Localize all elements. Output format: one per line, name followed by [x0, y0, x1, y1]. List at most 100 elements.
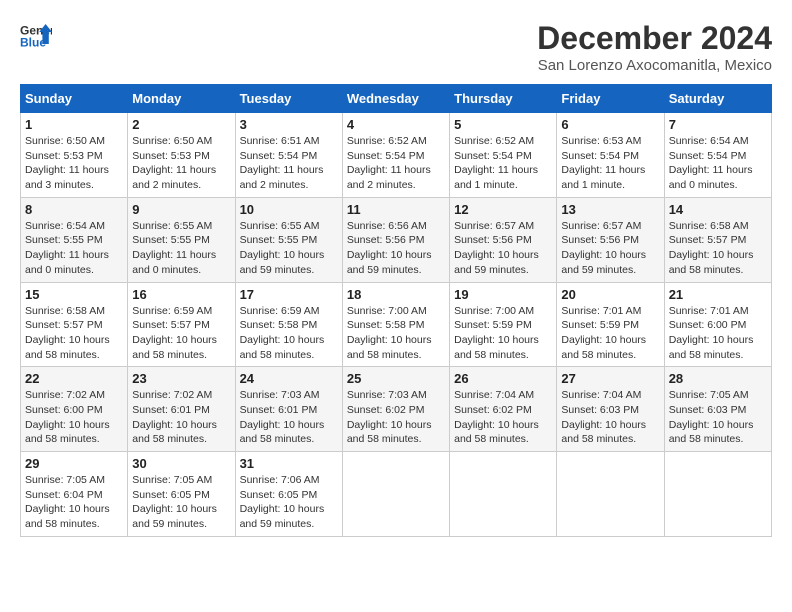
day-info: Sunrise: 6:55 AMSunset: 5:55 PMDaylight:… — [132, 219, 230, 278]
day-info: Sunrise: 6:50 AMSunset: 5:53 PMDaylight:… — [132, 134, 230, 193]
calendar-header-monday: Monday — [128, 85, 235, 113]
day-info: Sunrise: 7:03 AMSunset: 6:01 PMDaylight:… — [240, 388, 338, 447]
day-number: 26 — [454, 371, 552, 386]
day-number: 9 — [132, 202, 230, 217]
day-number: 21 — [669, 287, 767, 302]
day-info: Sunrise: 6:59 AMSunset: 5:57 PMDaylight:… — [132, 304, 230, 363]
day-info: Sunrise: 7:00 AMSunset: 5:58 PMDaylight:… — [347, 304, 445, 363]
day-info: Sunrise: 7:00 AMSunset: 5:59 PMDaylight:… — [454, 304, 552, 363]
day-number: 6 — [561, 117, 659, 132]
calendar-cell: 25 Sunrise: 7:03 AMSunset: 6:02 PMDayligh… — [342, 367, 449, 452]
calendar-cell — [664, 452, 771, 537]
day-info: Sunrise: 7:04 AMSunset: 6:02 PMDaylight:… — [454, 388, 552, 447]
calendar-week-row: 22 Sunrise: 7:02 AMSunset: 6:00 PMDayligh… — [21, 367, 772, 452]
calendar-cell: 19 Sunrise: 7:00 AMSunset: 5:59 PMDayligh… — [450, 282, 557, 367]
calendar-cell: 29 Sunrise: 7:05 AMSunset: 6:04 PMDayligh… — [21, 452, 128, 537]
day-number: 24 — [240, 371, 338, 386]
calendar-cell: 5 Sunrise: 6:52 AMSunset: 5:54 PMDaylight… — [450, 113, 557, 198]
subtitle: San Lorenzo Axocomanitla, Mexico — [537, 57, 772, 74]
calendar-cell: 21 Sunrise: 7:01 AMSunset: 6:00 PMDayligh… — [664, 282, 771, 367]
day-info: Sunrise: 7:01 AMSunset: 6:00 PMDaylight:… — [669, 304, 767, 363]
day-number: 14 — [669, 202, 767, 217]
day-info: Sunrise: 6:57 AMSunset: 5:56 PMDaylight:… — [454, 219, 552, 278]
calendar-cell: 3Sunrise: 6:51 AMSunset: 5:54 PMDaylight… — [235, 113, 342, 198]
day-info: Sunrise: 7:06 AMSunset: 6:05 PMDaylight:… — [240, 473, 338, 532]
day-info: Sunrise: 6:57 AMSunset: 5:56 PMDaylight:… — [561, 219, 659, 278]
day-info: Sunrise: 7:04 AMSunset: 6:03 PMDaylight:… — [561, 388, 659, 447]
day-number: 11 — [347, 202, 445, 217]
calendar-header-friday: Friday — [557, 85, 664, 113]
day-number: 25 — [347, 371, 445, 386]
page-header: General Blue December 2024 San Lorenzo A… — [20, 20, 772, 74]
day-number: 18 — [347, 287, 445, 302]
day-info: Sunrise: 7:02 AMSunset: 6:01 PMDaylight:… — [132, 388, 230, 447]
day-number: 5 — [454, 117, 552, 132]
calendar-cell: 30 Sunrise: 7:05 AMSunset: 6:05 PMDayligh… — [128, 452, 235, 537]
calendar-cell: 18 Sunrise: 7:00 AMSunset: 5:58 PMDayligh… — [342, 282, 449, 367]
day-number: 12 — [454, 202, 552, 217]
day-number: 17 — [240, 287, 338, 302]
calendar-cell: 9 Sunrise: 6:55 AMSunset: 5:55 PMDaylight… — [128, 197, 235, 282]
calendar-cell: 16Sunrise: 6:59 AMSunset: 5:57 PMDayligh… — [128, 282, 235, 367]
day-info: Sunrise: 6:52 AMSunset: 5:54 PMDaylight:… — [347, 134, 445, 193]
day-number: 7 — [669, 117, 767, 132]
day-info: Sunrise: 6:53 AMSunset: 5:54 PMDaylight:… — [561, 134, 659, 193]
day-info: Sunrise: 6:52 AMSunset: 5:54 PMDaylight:… — [454, 134, 552, 193]
calendar-cell: 7 Sunrise: 6:54 AMSunset: 5:54 PMDaylight… — [664, 113, 771, 198]
calendar-cell: 24 Sunrise: 7:03 AMSunset: 6:01 PMDayligh… — [235, 367, 342, 452]
calendar-cell: 10 Sunrise: 6:55 AMSunset: 5:55 PMDayligh… — [235, 197, 342, 282]
day-info: Sunrise: 6:54 AMSunset: 5:54 PMDaylight:… — [669, 134, 767, 193]
calendar-cell: 31 Sunrise: 7:06 AMSunset: 6:05 PMDayligh… — [235, 452, 342, 537]
calendar-week-row: 1 Sunrise: 6:50 AMSunset: 5:53 PMDaylight… — [21, 113, 772, 198]
calendar-cell: 8Sunrise: 6:54 AMSunset: 5:55 PMDaylight… — [21, 197, 128, 282]
day-info: Sunrise: 6:54 AMSunset: 5:55 PMDaylight:… — [25, 219, 123, 278]
day-number: 15 — [25, 287, 123, 302]
calendar-cell: 13 Sunrise: 6:57 AMSunset: 5:56 PMDayligh… — [557, 197, 664, 282]
calendar-header-sunday: Sunday — [21, 85, 128, 113]
calendar-cell: 11 Sunrise: 6:56 AMSunset: 5:56 PMDayligh… — [342, 197, 449, 282]
day-info: Sunrise: 6:56 AMSunset: 5:56 PMDaylight:… — [347, 219, 445, 278]
day-number: 27 — [561, 371, 659, 386]
calendar-cell: 20 Sunrise: 7:01 AMSunset: 5:59 PMDayligh… — [557, 282, 664, 367]
day-info: Sunrise: 7:01 AMSunset: 5:59 PMDaylight:… — [561, 304, 659, 363]
calendar-cell: 23Sunrise: 7:02 AMSunset: 6:01 PMDayligh… — [128, 367, 235, 452]
calendar-cell: 26 Sunrise: 7:04 AMSunset: 6:02 PMDayligh… — [450, 367, 557, 452]
day-number: 31 — [240, 456, 338, 471]
calendar-cell: 2Sunrise: 6:50 AMSunset: 5:53 PMDaylight… — [128, 113, 235, 198]
calendar-week-row: 29 Sunrise: 7:05 AMSunset: 6:04 PMDayligh… — [21, 452, 772, 537]
day-info: Sunrise: 6:55 AMSunset: 5:55 PMDaylight:… — [240, 219, 338, 278]
day-number: 1 — [25, 117, 123, 132]
calendar-cell — [450, 452, 557, 537]
calendar-header-tuesday: Tuesday — [235, 85, 342, 113]
day-number: 20 — [561, 287, 659, 302]
svg-text:Blue: Blue — [20, 35, 46, 49]
main-title: December 2024 — [537, 20, 772, 57]
calendar-header-thursday: Thursday — [450, 85, 557, 113]
day-number: 10 — [240, 202, 338, 217]
calendar-cell: 15Sunrise: 6:58 AMSunset: 5:57 PMDayligh… — [21, 282, 128, 367]
day-number: 13 — [561, 202, 659, 217]
day-info: Sunrise: 7:05 AMSunset: 6:04 PMDaylight:… — [25, 473, 123, 532]
day-number: 19 — [454, 287, 552, 302]
calendar-table: SundayMondayTuesdayWednesdayThursdayFrid… — [20, 84, 772, 537]
day-number: 3 — [240, 117, 338, 132]
day-info: Sunrise: 7:02 AMSunset: 6:00 PMDaylight:… — [25, 388, 123, 447]
logo: General Blue — [20, 20, 52, 52]
day-info: Sunrise: 6:58 AMSunset: 5:57 PMDaylight:… — [669, 219, 767, 278]
logo-icon: General Blue — [20, 20, 52, 52]
calendar-cell — [342, 452, 449, 537]
calendar-header-wednesday: Wednesday — [342, 85, 449, 113]
day-number: 30 — [132, 456, 230, 471]
calendar-week-row: 15Sunrise: 6:58 AMSunset: 5:57 PMDayligh… — [21, 282, 772, 367]
calendar-cell: 17 Sunrise: 6:59 AMSunset: 5:58 PMDayligh… — [235, 282, 342, 367]
calendar-cell: 27 Sunrise: 7:04 AMSunset: 6:03 PMDayligh… — [557, 367, 664, 452]
calendar-cell: 1Sunrise: 6:50 AMSunset: 5:53 PMDaylight… — [21, 113, 128, 198]
day-info: Sunrise: 7:03 AMSunset: 6:02 PMDaylight:… — [347, 388, 445, 447]
day-number: 22 — [25, 371, 123, 386]
calendar-cell — [557, 452, 664, 537]
day-info: Sunrise: 6:59 AMSunset: 5:58 PMDaylight:… — [240, 304, 338, 363]
day-number: 29 — [25, 456, 123, 471]
day-number: 28 — [669, 371, 767, 386]
day-info: Sunrise: 7:05 AMSunset: 6:05 PMDaylight:… — [132, 473, 230, 532]
calendar-header-saturday: Saturday — [664, 85, 771, 113]
